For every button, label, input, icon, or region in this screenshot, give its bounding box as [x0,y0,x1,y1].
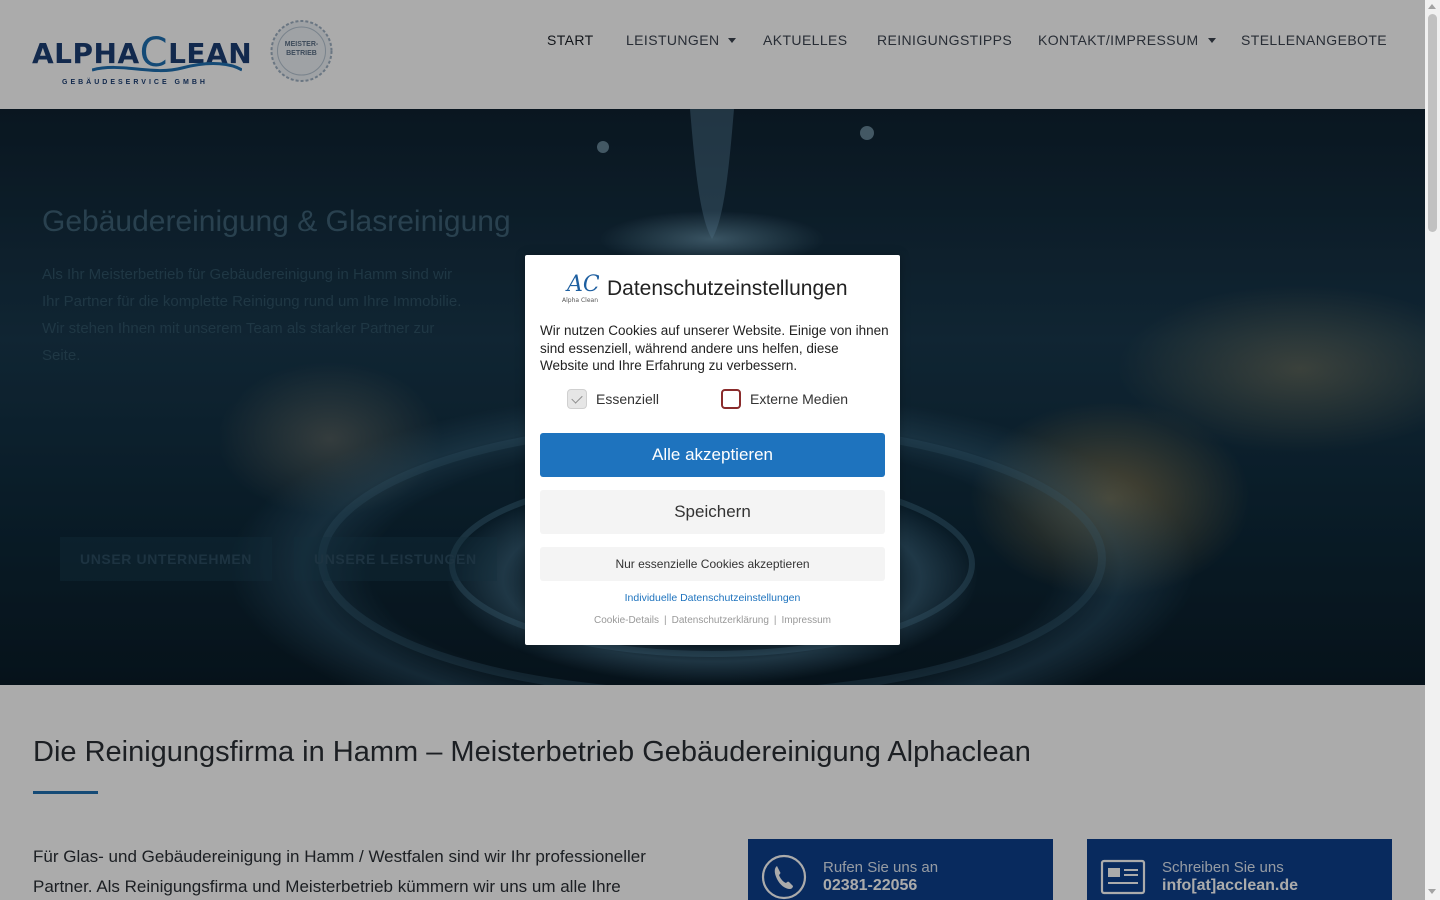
essenziell-label: Essenziell [596,391,660,407]
impressum-link[interactable]: Impressum [782,615,831,626]
cookie-details-link[interactable]: Cookie-Details [594,615,659,626]
checkbox-externe-medien[interactable]: Externe Medien [721,389,848,409]
checkbox-essenziell: Essenziell [567,389,659,409]
dialog-description: Wir nutzen Cookies auf unserer Website. … [540,323,889,373]
individual-settings-link[interactable]: Individuelle Datenschutzeinstellungen [525,592,900,604]
save-button[interactable]: Speichern [540,490,885,534]
svg-text:AC: AC [565,272,599,297]
alphaclean-small-logo: AC Alpha Clean [559,269,600,307]
accept-essential-only-button[interactable]: Nur essenzielle Cookies akzeptieren [540,547,885,581]
page-scrollbar[interactable] [1425,0,1440,900]
dialog-title: Datenschutzeinstellungen [607,277,848,300]
scroll-up-arrow-icon[interactable] [1428,4,1436,9]
privacy-policy-link[interactable]: Datenschutzerklärung [672,615,769,626]
scroll-down-arrow-icon[interactable] [1428,889,1436,894]
accept-all-button[interactable]: Alle akzeptieren [540,433,885,477]
scrollbar-thumb[interactable] [1428,14,1437,232]
svg-text:Alpha Clean: Alpha Clean [562,297,598,304]
privacy-settings-dialog: AC Alpha Clean Datenschutzeinstellungen … [525,255,900,645]
ac-logo-icon: AC Alpha Clean [562,272,600,304]
essenziell-checkbox [567,389,587,409]
externe-medien-label[interactable]: Externe Medien [750,391,848,407]
externe-medien-checkbox[interactable] [721,389,741,409]
dialog-footer-links: Cookie-Details | Datenschutzerklärung | Impr… [594,615,831,626]
